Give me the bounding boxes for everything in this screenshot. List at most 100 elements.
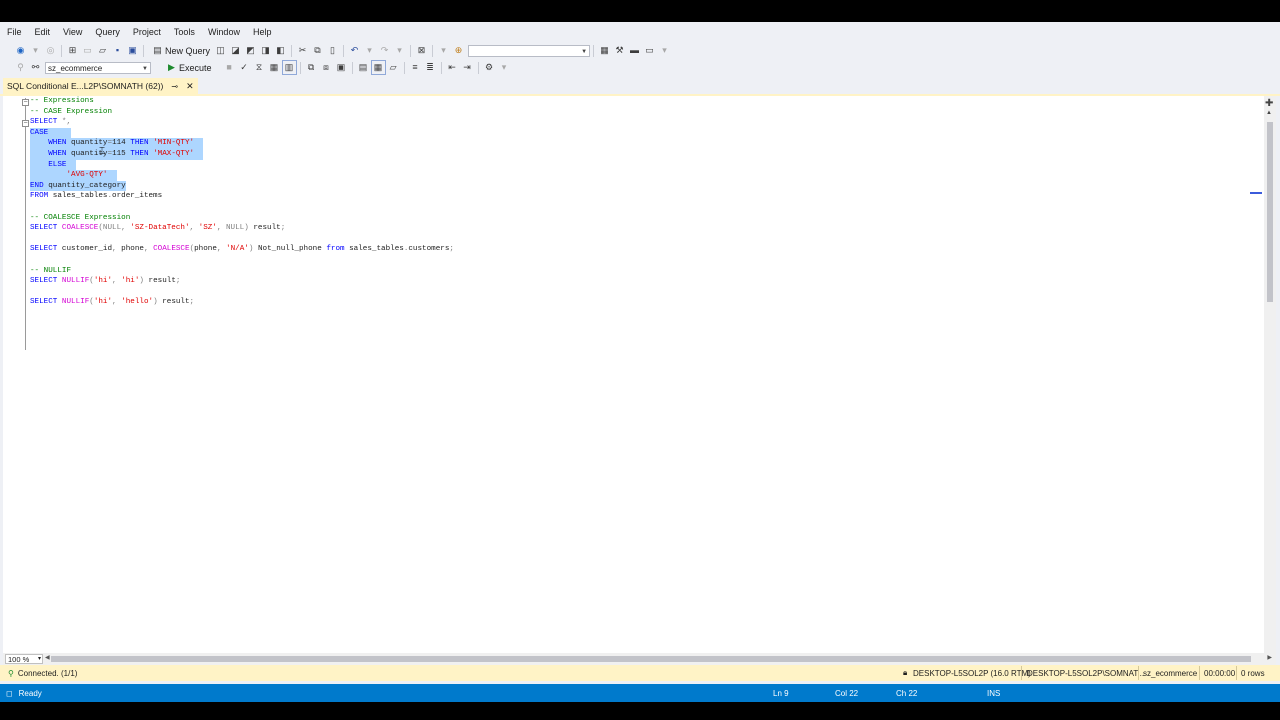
search-combo[interactable]: ▼	[468, 44, 591, 57]
connect-icon[interactable]: ⚲	[14, 61, 27, 74]
query-dmx-icon[interactable]: ◨	[259, 44, 272, 57]
open-file-icon[interactable]: ▱	[96, 44, 109, 57]
debug-target-icon[interactable]: ⊕	[452, 44, 465, 57]
stop-icon[interactable]: ■	[223, 61, 236, 74]
close-icon[interactable]: ✕	[186, 81, 194, 92]
horizontal-scrollbar-thumb[interactable]	[51, 656, 1251, 662]
activity-monitor-icon[interactable]: ⊠	[415, 44, 428, 57]
mouse-cursor-icon: ⌶	[99, 146, 105, 157]
collapse-region-icon[interactable]: −	[22, 99, 29, 106]
connection-status: Connected. (1/1)	[17, 668, 78, 678]
comment-out-icon[interactable]: ≡	[409, 61, 422, 74]
pin-icon[interactable]: ⊸	[171, 82, 178, 91]
copy-icon[interactable]: ⧉	[311, 44, 324, 57]
dropdown-arrow-icon[interactable]: ▾	[437, 44, 450, 57]
save-all-icon[interactable]: ▣	[126, 44, 139, 57]
object-explorer-icon[interactable]: ▦	[598, 44, 611, 57]
increase-indent-icon[interactable]: ⇥	[461, 61, 474, 74]
uncomment-icon[interactable]: ≣	[424, 61, 437, 74]
query-db-engine-icon[interactable]: ◫	[214, 44, 227, 57]
query-xmla-icon[interactable]: ◧	[274, 44, 287, 57]
ready-text: Ready	[18, 688, 42, 698]
undo-dropdown-icon[interactable]: ▾	[363, 44, 376, 57]
execute-button[interactable]: ▶ Execute	[161, 61, 215, 74]
display-plan-icon[interactable]: ⧖	[253, 61, 266, 74]
menu-project[interactable]: Project	[126, 27, 167, 37]
decrease-indent-icon[interactable]: ⇤	[446, 61, 459, 74]
menu-query[interactable]: Query	[88, 27, 126, 37]
cut-icon[interactable]: ✂	[296, 44, 309, 57]
code-line-20: SELECT NULLIF('hi', 'hello') result;	[30, 298, 195, 307]
status-bar: ◻︎ Ready Ln 9 Col 22 Ch 22 INS	[0, 684, 1280, 702]
forward-icon[interactable]: ◎	[44, 44, 57, 57]
overflow-menu-icon[interactable]: ▾	[658, 44, 671, 57]
chevron-down-icon: ▼	[142, 65, 148, 72]
menu-window[interactable]: Window	[201, 27, 246, 37]
tab-sql-conditional[interactable]: SQL Conditional E...L2P\SOMNATH (62)) ⊸ …	[3, 78, 198, 94]
menu-view[interactable]: View	[56, 27, 88, 37]
outline-gutter	[25, 98, 26, 350]
toolbar-separator	[143, 44, 144, 57]
code-line-5: WHEN quantity=114 THEN 'MIN-QTY'	[30, 138, 204, 149]
results-to-text-icon[interactable]: ▥	[281, 60, 297, 75]
chevron-down-icon: ▾	[37, 656, 41, 662]
back-icon[interactable]: ◉	[14, 44, 27, 57]
results-to-icon[interactable]: ▤	[357, 61, 370, 74]
paste-icon[interactable]: ▯	[326, 44, 339, 57]
vertical-scrollbar[interactable]: ✚ ▲ ▼	[1250, 96, 1276, 671]
add-item-icon[interactable]: ▭	[81, 44, 94, 57]
toolbar-separator	[432, 44, 434, 57]
collapse-region-icon[interactable]: −	[22, 120, 29, 127]
chevron-down-icon: ▼	[581, 48, 588, 55]
split-editor-icon[interactable]: ✚	[1265, 98, 1273, 109]
query-analysis-icon[interactable]: ◪	[229, 44, 242, 57]
toolbox-icon[interactable]: ▬	[628, 44, 641, 57]
zoom-value: 100 %	[8, 655, 30, 664]
editor-bottom-bar: 100 % ▾ ◀ ▶	[3, 653, 1276, 665]
scroll-left-icon[interactable]: ◀	[45, 654, 50, 661]
ready-icon: ◻︎	[6, 688, 13, 698]
results-to-file-icon[interactable]: ▱	[387, 61, 400, 74]
results-to-grid-icon[interactable]: ▦	[370, 60, 386, 75]
zoom-selector[interactable]: 100 % ▾	[5, 654, 43, 664]
save-icon[interactable]: ▪	[111, 44, 124, 57]
menu-help[interactable]: Help	[246, 27, 278, 37]
code-line-6: WHEN quantity=115 THEN 'MAX-QTY'	[30, 149, 204, 160]
properties-wrench-icon[interactable]: ⚒	[613, 44, 626, 57]
new-project-icon[interactable]: ⊞	[66, 44, 79, 57]
database-selector[interactable]: sz_ecommerce ▼	[45, 61, 151, 74]
code-line-12: -- COALESCE Expression	[30, 213, 131, 222]
overflow-menu-icon[interactable]: ▾	[498, 61, 511, 74]
scroll-up-icon[interactable]: ▲	[1266, 110, 1272, 116]
status-divider	[1138, 666, 1139, 680]
query-designer-icon[interactable]: ▦	[268, 61, 281, 74]
window-layout-icon[interactable]: ▭	[643, 44, 656, 57]
dropdown-arrow-icon[interactable]: ▾	[29, 44, 42, 57]
code-line-10: FROM sales_tables.order_items	[30, 192, 163, 201]
menu-tools[interactable]: Tools	[167, 27, 201, 37]
insert-mode[interactable]: INS	[987, 689, 1000, 698]
menu-bar: File Edit View Query Project Tools Windo…	[0, 22, 1280, 42]
scroll-right-icon[interactable]: ▶	[1267, 654, 1272, 661]
client-stats-icon[interactable]: ▣	[335, 61, 348, 74]
server-name: DESKTOP-L5SOL2P (16.0 RTM)	[913, 668, 1031, 678]
code-line-7: ELSE	[30, 159, 76, 171]
redo-icon[interactable]: ↷	[378, 44, 391, 57]
menu-file[interactable]: File	[0, 27, 28, 37]
status-divider	[1021, 666, 1022, 680]
connected-icon: ⚲	[8, 668, 14, 678]
menu-edit[interactable]: Edit	[28, 27, 57, 37]
line-number: Ln 9	[773, 688, 789, 698]
new-query-button[interactable]: ▤ New Query	[147, 44, 213, 57]
actual-plan-icon[interactable]: ⧉	[305, 61, 318, 74]
undo-icon[interactable]: ↶	[348, 44, 361, 57]
live-stats-icon[interactable]: ⧈	[320, 61, 333, 74]
specify-values-icon[interactable]: ⚙	[483, 61, 496, 74]
redo-dropdown-icon[interactable]: ▾	[393, 44, 406, 57]
change-connection-icon[interactable]: ⚯	[29, 61, 42, 74]
query-mdx-icon[interactable]: ◩	[244, 44, 257, 57]
toolbar-separator	[351, 61, 353, 74]
code-editor[interactable]: − − -- Expressions -- CASE Expression SE…	[3, 96, 1276, 671]
parse-check-icon[interactable]: ✓	[238, 61, 251, 74]
scrollbar-thumb[interactable]	[1267, 122, 1273, 302]
